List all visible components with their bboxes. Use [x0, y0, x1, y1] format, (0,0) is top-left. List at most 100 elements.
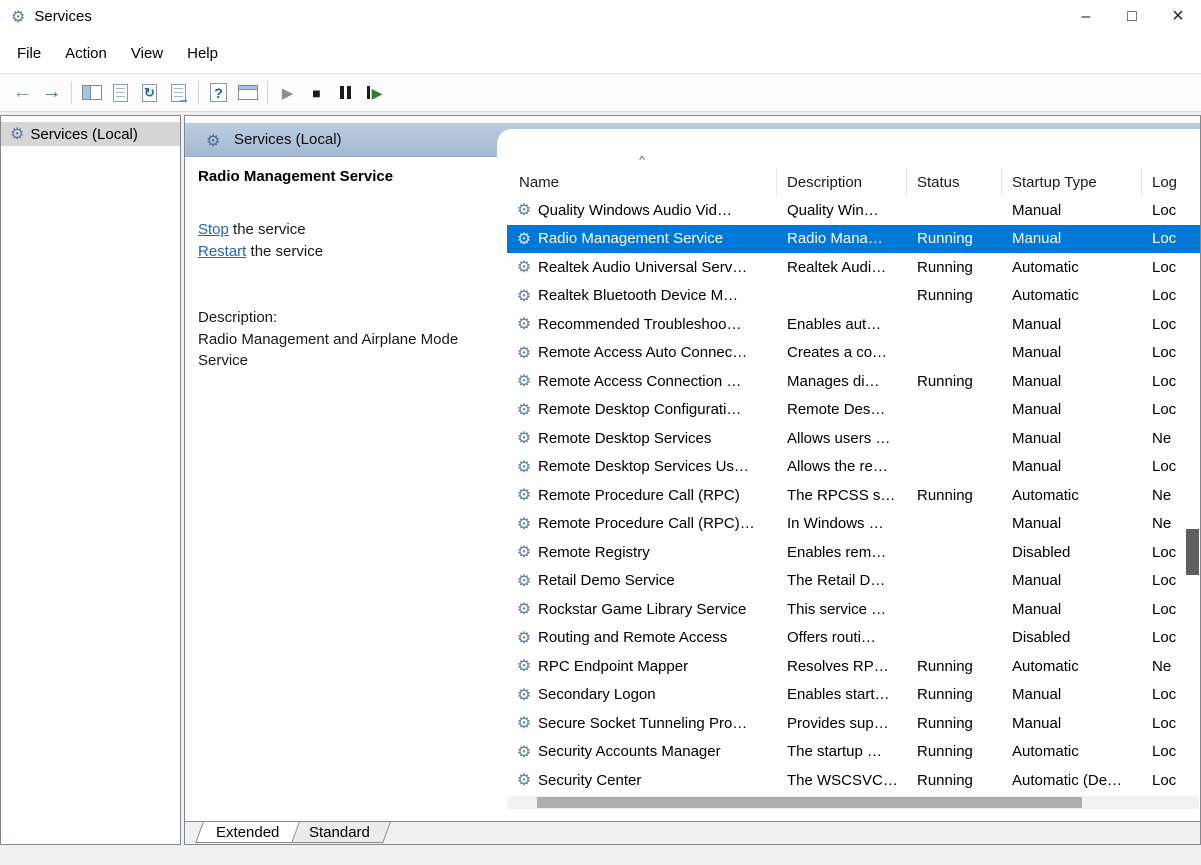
back-button[interactable]: ← [8, 79, 37, 106]
toolbar-separator [71, 81, 72, 104]
service-status-cell [907, 453, 1002, 482]
service-row[interactable]: ⚙ Routing and Remote Access Offers routi… D… [507, 624, 1200, 653]
help-button[interactable]: ? [204, 79, 233, 106]
service-row[interactable]: ⚙ Security Center The WSCSVC… Running Automa… [507, 766, 1200, 795]
maximize-button[interactable]: □ [1109, 0, 1155, 33]
service-row[interactable]: ⚙ Remote Registry Enables rem… Disabled Loc [507, 538, 1200, 567]
forward-arrow-icon: → [41, 81, 62, 103]
column-header-status[interactable]: Status [907, 168, 1002, 196]
menu-file[interactable]: File [5, 40, 53, 67]
service-row[interactable]: ⚙ Security Accounts Manager The startup … R… [507, 738, 1200, 767]
service-gear-icon: ⚙ [516, 401, 532, 419]
service-gear-icon: ⚙ [516, 572, 532, 590]
service-description-cell: Enables aut… [787, 315, 882, 333]
service-row[interactable]: ⚙ Remote Desktop Services Allows users … Ma… [507, 424, 1200, 453]
window-title: Services [34, 8, 92, 25]
service-row[interactable]: ⚙ Remote Procedure Call (RPC) The RPCSS s…… [507, 481, 1200, 510]
service-name-cell: ⚙ Remote Desktop Services [507, 424, 777, 453]
service-gear-icon: ⚙ [516, 202, 532, 220]
service-name-cell: ⚙ Remote Access Connection … [507, 367, 777, 396]
vertical-scrollbar-thumb[interactable] [1186, 529, 1199, 575]
service-status-cell [907, 396, 1002, 425]
service-row[interactable]: ⚙ Remote Desktop Services Us… Allows the r… [507, 453, 1200, 482]
help-icon: ? [210, 83, 227, 102]
service-startup-type-cell: Disabled [1012, 629, 1071, 647]
service-startup-type-cell: Disabled [1012, 543, 1071, 561]
start-service-icon: ▶ [281, 84, 294, 102]
service-row[interactable]: ⚙ Radio Management Service Radio Mana… Runn… [507, 224, 1200, 253]
properties-button[interactable] [106, 79, 135, 106]
start-service-button[interactable]: ▶ [273, 79, 302, 106]
service-gear-icon: ⚙ [516, 544, 532, 562]
horizontal-scrollbar[interactable] [507, 796, 1199, 809]
service-row[interactable]: ⚙ Realtek Audio Universal Serv… Realtek Au… [507, 253, 1200, 282]
service-name-cell: ⚙ Secure Socket Tunneling Pro… [507, 709, 777, 738]
service-gear-icon: ⚙ [516, 287, 532, 305]
service-row[interactable]: ⚙ Remote Procedure Call (RPC)… In Windows … [507, 510, 1200, 539]
refresh-button[interactable]: ↻ [135, 79, 164, 106]
tab-extended[interactable]: Extended [195, 822, 301, 843]
service-row[interactable]: ⚙ Retail Demo Service The Retail D… Manual L… [507, 567, 1200, 596]
service-status-cell: Running [917, 230, 973, 248]
stop-service-link[interactable]: Stop [198, 221, 229, 238]
list-header: Name Description Status Startup Type Log [507, 168, 1200, 196]
refresh-icon: ↻ [142, 83, 157, 102]
service-row[interactable]: ⚙ Remote Access Connection … Manages di… Ru… [507, 367, 1200, 396]
pause-service-button[interactable] [331, 79, 360, 106]
tab-standard[interactable]: Standard [288, 822, 392, 843]
restart-service-link[interactable]: Restart [198, 243, 246, 260]
services-pane: ⚙ Services (Local) Radio Management Serv… [184, 115, 1201, 845]
minimize-button[interactable]: – [1063, 0, 1109, 33]
service-name: Security Center [538, 771, 642, 789]
service-startup-type-cell: Manual [1012, 600, 1062, 618]
service-row[interactable]: ⚙ Recommended Troubleshoo… Enables aut… Man… [507, 310, 1200, 339]
service-row[interactable]: ⚙ Remote Desktop Configurati… Remote Des… M… [507, 396, 1200, 425]
description-label: Description: [198, 309, 278, 326]
toolbar-separator [198, 81, 199, 104]
app-gear-icon: ⚙ [11, 8, 26, 26]
forward-button[interactable]: → [37, 79, 66, 106]
service-log-on-as-cell: Loc [1152, 230, 1177, 248]
tab-standard-label: Standard [309, 823, 371, 841]
stop-service-button[interactable]: ■ [302, 79, 331, 106]
service-description-cell: The WSCSVC… [787, 771, 898, 789]
restart-service-line: Restart the service [198, 241, 490, 263]
horizontal-scrollbar-thumb[interactable] [537, 797, 1082, 808]
service-log-on-as-cell: Ne [1152, 429, 1172, 447]
service-row[interactable]: ⚙ RPC Endpoint Mapper Resolves RP… Running A… [507, 652, 1200, 681]
service-description-cell: Creates a co… [787, 344, 888, 362]
service-row[interactable]: ⚙ Secure Socket Tunneling Pro… Provides su… [507, 709, 1200, 738]
service-row[interactable]: ⚙ Remote Access Auto Connec… Creates a co…… [507, 339, 1200, 368]
service-row[interactable]: ⚙ Quality Windows Audio Vid… Quality Win… M… [507, 196, 1200, 225]
menu-view[interactable]: View [119, 40, 175, 67]
menu-action[interactable]: Action [53, 40, 119, 67]
close-button[interactable]: × [1155, 0, 1201, 33]
service-row[interactable]: ⚙ Secondary Logon Enables start… Running Man… [507, 681, 1200, 710]
service-description-cell: The Retail D… [787, 572, 886, 590]
export-list-button[interactable]: → [164, 79, 193, 106]
service-startup-type-cell: Automatic [1012, 743, 1079, 761]
service-status-cell: Running [917, 657, 973, 675]
column-header-description[interactable]: Description [777, 168, 907, 196]
restart-service-icon: ▶ [366, 86, 382, 100]
menu-help[interactable]: Help [175, 40, 230, 67]
customize-view-button[interactable] [233, 79, 262, 106]
service-name: Secondary Logon [538, 686, 656, 704]
service-name: Remote Desktop Services [538, 429, 712, 447]
service-name-cell: ⚙ Realtek Bluetooth Device M… [507, 282, 777, 311]
service-row[interactable]: ⚙ Rockstar Game Library Service This servi… [507, 595, 1200, 624]
column-header-startup-type[interactable]: Startup Type [1002, 168, 1142, 196]
service-startup-type-cell: Manual [1012, 315, 1062, 333]
service-name: Remote Access Connection … [538, 372, 742, 390]
tree-item-services-local[interactable]: ⚙ Services (Local) [1, 122, 180, 146]
service-row[interactable]: ⚙ Realtek Bluetooth Device M… Running Autom… [507, 282, 1200, 311]
service-name-cell: ⚙ Recommended Troubleshoo… [507, 310, 777, 339]
pause-service-icon [340, 86, 351, 99]
service-description-cell: Allows users … [787, 429, 891, 447]
column-header-log-on-as[interactable]: Log [1142, 168, 1200, 196]
service-log-on-as-cell: Loc [1152, 686, 1177, 704]
column-header-name[interactable]: Name [507, 168, 777, 196]
show-console-tree-button[interactable] [77, 79, 106, 106]
service-description-cell [777, 282, 907, 311]
restart-service-button[interactable]: ▶ [360, 79, 389, 106]
